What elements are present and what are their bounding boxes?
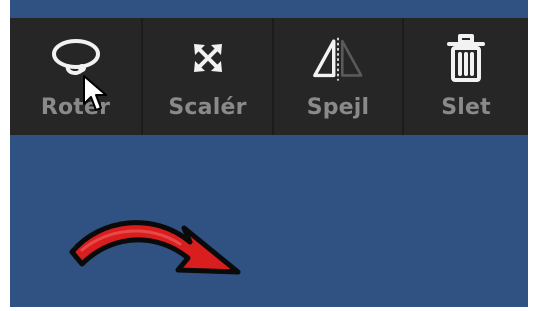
rotate-button[interactable]: Rotér <box>10 18 143 135</box>
red-arrow-sticker[interactable] <box>60 200 260 290</box>
editor-frame: Rotér Scalér Spejl Slet <box>10 0 528 307</box>
scale-button[interactable]: Scalér <box>143 18 274 135</box>
scale-arrows-icon <box>178 32 238 88</box>
delete-button[interactable]: Slet <box>404 18 528 135</box>
scale-label: Scalér <box>168 95 247 120</box>
mirror-button[interactable]: Spejl <box>274 18 404 135</box>
mouse-pointer-icon <box>83 75 107 111</box>
mirror-triangle-icon <box>308 32 368 88</box>
mirror-label: Spejl <box>306 95 370 120</box>
delete-label: Slet <box>441 95 491 120</box>
trash-icon <box>436 32 496 88</box>
